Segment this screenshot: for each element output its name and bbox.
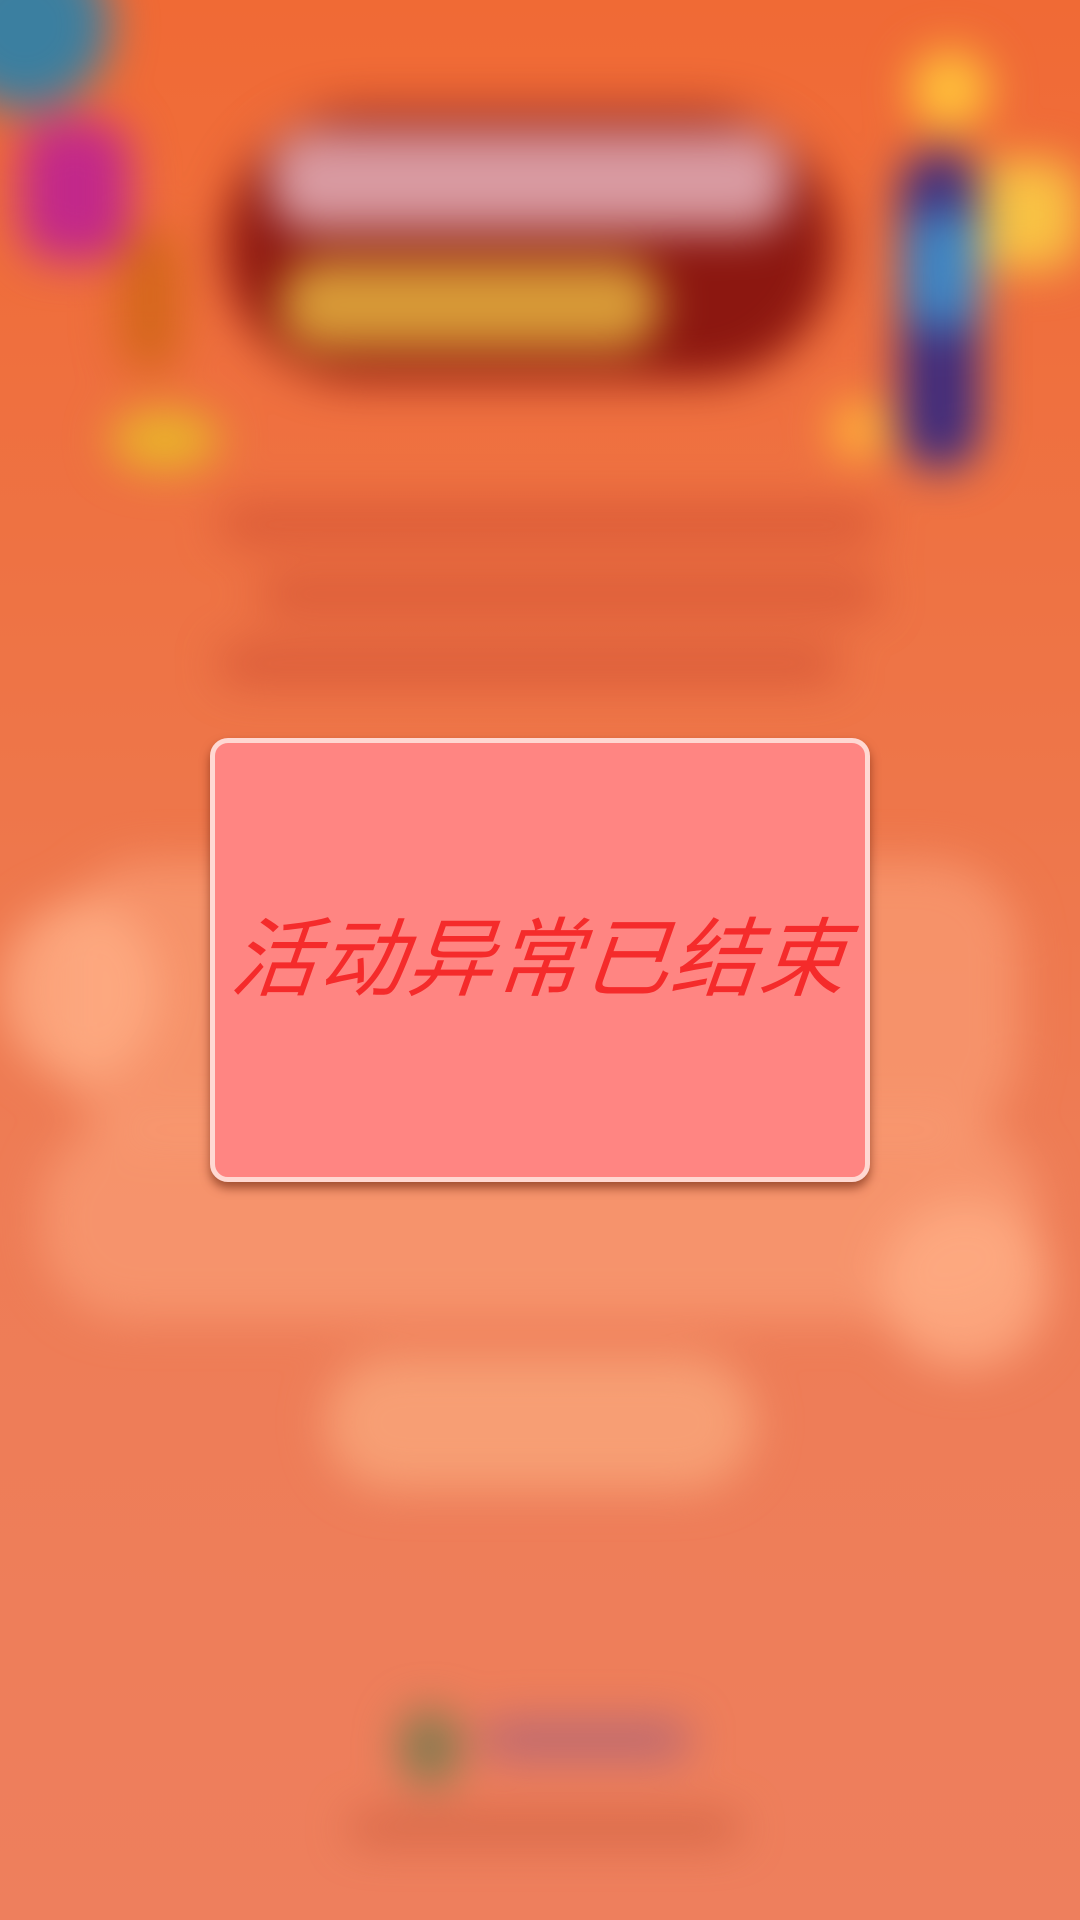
- banner-title-line-2: [280, 260, 660, 350]
- action-button-shape: [325, 1355, 755, 1490]
- banner-title-line-1: [270, 130, 790, 230]
- decoration-circle: [0, 900, 160, 1080]
- yellow-decoration: [970, 160, 1080, 270]
- decoration-blob: [120, 230, 180, 370]
- light-decoration: [830, 400, 890, 460]
- footer-logo: [400, 1710, 460, 1785]
- footer-caption-text: [350, 1815, 740, 1841]
- text-placeholder-line: [260, 575, 880, 613]
- decoration-blob: [0, 0, 110, 110]
- text-placeholder-line: [220, 505, 880, 543]
- decoration-circle: [880, 1200, 1050, 1370]
- decoration-blob: [20, 120, 130, 260]
- text-placeholder-line: [220, 645, 840, 683]
- sun-decoration: [910, 50, 990, 130]
- dialog-message: 活动异常已结束: [226, 910, 854, 1010]
- activity-ended-dialog: 活动异常已结束: [210, 738, 870, 1182]
- person-illustration-top: [905, 210, 980, 330]
- decoration-blob: [110, 410, 220, 470]
- footer-brand-text: [480, 1720, 690, 1760]
